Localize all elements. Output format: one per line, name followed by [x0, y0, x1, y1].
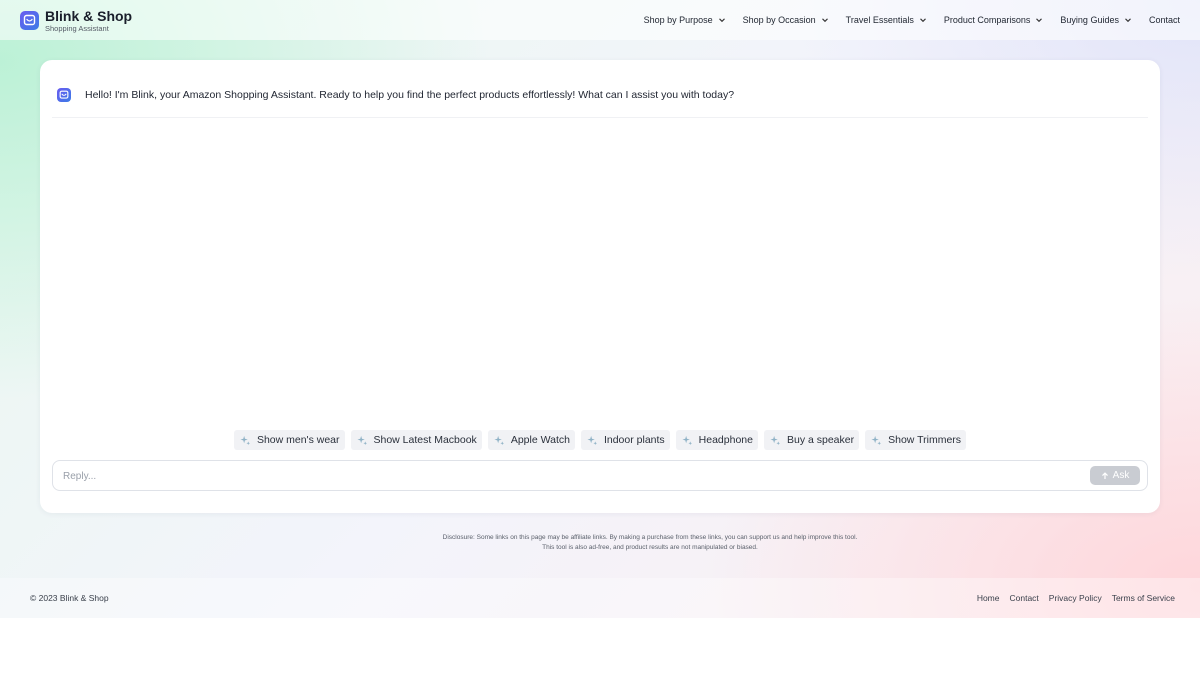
chat-cart-icon: [20, 11, 39, 31]
nav-label: Buying Guides: [1060, 15, 1119, 25]
nav-label: Shop by Occasion: [742, 15, 816, 25]
ask-label: Ask: [1112, 470, 1130, 481]
disclosure-line-1: Disclosure: Some links on this page may …: [442, 534, 858, 541]
sparkle-icon: [871, 435, 882, 445]
suggestion-label: Show Latest Macbook: [373, 434, 477, 446]
nav-travel-essentials[interactable]: Travel Essentials: [846, 15, 927, 25]
nav-label: Travel Essentials: [845, 15, 914, 25]
suggestion-chip[interactable]: Show Trimmers: [865, 430, 967, 450]
nav-product-comparisons[interactable]: Product Comparisons: [944, 15, 1044, 25]
suggestion-chips: Show men's wear Show Latest Macbook Appl…: [40, 430, 1160, 450]
site-header: Blink & Shop Shopping Assistant Shop by …: [0, 0, 1200, 40]
suggestion-chip[interactable]: Indoor plants: [580, 430, 670, 450]
suggestion-chip[interactable]: Show men's wear: [233, 430, 345, 450]
nav-label: Product Comparisons: [943, 15, 1031, 25]
site-footer: © 2023 Blink & Shop Home Contact Privacy…: [0, 578, 1200, 618]
chat-panel: Hello! I'm Blink, your Amazon Shopping A…: [40, 60, 1160, 513]
footer-link-privacy-policy[interactable]: Privacy Policy: [1049, 593, 1102, 603]
nav-label: Shop by Purpose: [643, 15, 713, 25]
suggestion-label: Apple Watch: [510, 434, 570, 446]
footer-links: Home Contact Privacy Policy Terms of Ser…: [967, 593, 1175, 603]
copyright: © 2023 Blink & Shop: [30, 593, 109, 603]
sparkle-icon: [494, 435, 504, 445]
suggestion-label: Show Trimmers: [888, 434, 962, 446]
brand[interactable]: Blink & Shop Shopping Assistant: [20, 9, 132, 33]
chevron-down-icon: [1125, 18, 1131, 23]
affiliate-disclosure: Disclosure: Some links on this page may …: [300, 533, 1000, 553]
suggestion-chip[interactable]: Apple Watch: [487, 430, 575, 450]
ask-button[interactable]: Ask: [1090, 466, 1140, 485]
disclosure-line-2: This tool is also ad-free, and product r…: [542, 544, 758, 551]
brand-subtitle: Shopping Assistant: [45, 24, 109, 33]
nav-buying-guides[interactable]: Buying Guides: [1060, 15, 1132, 25]
sparkle-icon: [356, 435, 367, 445]
suggestion-label: Buy a speaker: [786, 434, 855, 446]
sparkle-icon: [587, 435, 598, 445]
suggestion-label: Indoor plants: [603, 434, 665, 446]
nav-label: Contact: [1148, 15, 1180, 25]
chevron-down-icon: [718, 18, 725, 23]
assistant-message: Hello! I'm Blink, your Amazon Shopping A…: [57, 88, 734, 102]
suggestion-label: Headphone: [698, 434, 753, 446]
chevron-down-icon: [919, 18, 926, 23]
suggestion-chip[interactable]: Show Latest Macbook: [350, 430, 482, 450]
arrow-up-icon: [1101, 471, 1108, 479]
suggestion-chip[interactable]: Headphone: [675, 430, 758, 450]
reply-box: Ask: [52, 460, 1148, 491]
chevron-down-icon: [1036, 18, 1043, 23]
sparkle-icon: [682, 435, 692, 445]
nav-shop-by-purpose[interactable]: Shop by Purpose: [644, 15, 726, 25]
reply-input[interactable]: [63, 467, 1063, 485]
nav-contact[interactable]: Contact: [1149, 15, 1180, 25]
brand-name: Blink & Shop: [45, 8, 133, 24]
divider: [52, 117, 1148, 118]
footer-link-contact[interactable]: Contact: [1010, 593, 1039, 603]
suggestion-label: Show men's wear: [256, 434, 340, 446]
assistant-message-text: Hello! I'm Blink, your Amazon Shopping A…: [85, 89, 735, 101]
chevron-down-icon: [821, 18, 828, 23]
footer-link-terms-of-service[interactable]: Terms of Service: [1112, 593, 1175, 603]
footer-link-home[interactable]: Home: [977, 593, 1000, 603]
assistant-avatar-icon: [57, 88, 71, 102]
suggestion-chip[interactable]: Buy a speaker: [763, 430, 860, 450]
sparkle-icon: [240, 435, 251, 445]
nav-shop-by-occasion[interactable]: Shop by Occasion: [743, 15, 829, 25]
sparkle-icon: [770, 435, 781, 445]
main-nav: Shop by Purpose Shop by Occasion Travel …: [627, 0, 1180, 40]
